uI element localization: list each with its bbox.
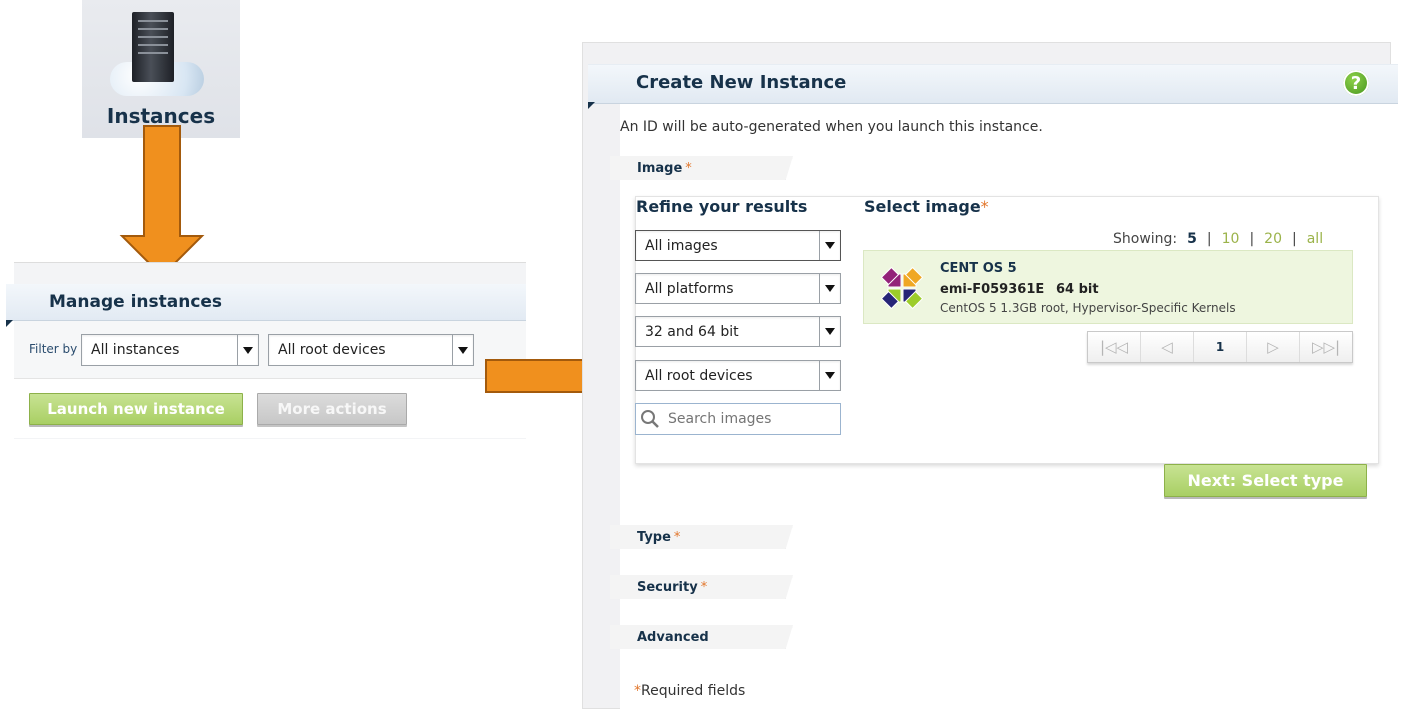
required-marker: * [980, 197, 989, 216]
chevron-down-icon [237, 335, 258, 365]
first-page-button[interactable]: |◁◁ [1088, 332, 1141, 362]
instances-tile[interactable]: Instances [82, 0, 240, 138]
image-description: CentOS 5 1.3GB root, Hypervisor-Specific… [940, 301, 1236, 315]
root-devices-filter-select[interactable]: All root devices [268, 334, 474, 366]
image-id: emi-F059361E [940, 282, 1045, 297]
down-arrow-icon [119, 125, 205, 278]
header-corner [588, 102, 595, 109]
page-size-10[interactable]: 10 [1222, 231, 1240, 247]
page-size-20[interactable]: 20 [1264, 231, 1282, 247]
refine-results-heading: Refine your results [636, 197, 808, 216]
filter-by-label: Filter by [29, 342, 78, 356]
pagination: |◁◁ ◁ 1 ▷ ▷▷| [1087, 331, 1353, 363]
tab-type[interactable]: Type * [610, 525, 793, 549]
platforms-filter-value: All platforms [645, 280, 734, 297]
tab-security-label: Security [637, 579, 698, 595]
image-arch: 64 bit [1056, 282, 1099, 297]
tab-image-label: Image [637, 160, 683, 176]
separator: | [1206, 231, 1212, 247]
required-marker: * [685, 160, 692, 176]
select-image-heading: Select image* [864, 197, 989, 216]
launch-new-instance-button[interactable]: Launch new instance [29, 393, 243, 425]
separator: | [1292, 231, 1297, 247]
chevron-down-icon [819, 361, 840, 390]
arch-filter-select[interactable]: 32 and 64 bit [635, 316, 841, 347]
image-name: CENT OS 5 [940, 261, 1017, 276]
required-fields-note: *Required fields [634, 683, 745, 699]
instances-filter-value: All instances [91, 342, 180, 358]
arch-filter-value: 32 and 64 bit [645, 323, 739, 340]
required-fields-label: Required fields [641, 683, 746, 699]
separator: | [1249, 231, 1255, 247]
chevron-down-icon [819, 317, 840, 346]
tab-type-label: Type [637, 529, 671, 545]
create-instance-title: Create New Instance [636, 72, 847, 93]
chevron-down-icon [452, 335, 473, 365]
manage-instances-title: Manage instances [49, 292, 223, 312]
page-size-selector: Showing: 5 | 10 | 20 | all [1113, 231, 1323, 247]
help-icon[interactable]: ? [1343, 70, 1369, 96]
required-marker: * [634, 683, 641, 699]
search-icon [641, 410, 659, 428]
next-select-type-button[interactable]: Next: Select type [1164, 464, 1367, 497]
search-images-field[interactable] [635, 403, 841, 435]
chevron-down-icon [819, 274, 840, 303]
page-size-all[interactable]: all [1307, 231, 1323, 247]
last-page-button[interactable]: ▷▷| [1300, 332, 1352, 362]
more-actions-button[interactable]: More actions [257, 393, 407, 425]
images-filter-value: All images [645, 237, 718, 254]
server-icon [132, 12, 174, 82]
tab-advanced[interactable]: Advanced [610, 625, 793, 649]
search-images-input[interactable] [666, 410, 830, 428]
header-corner [6, 320, 13, 327]
root-devices-image-filter-value: All root devices [645, 367, 753, 384]
root-devices-filter-value: All root devices [278, 342, 386, 358]
chevron-down-icon [819, 231, 840, 260]
page-size-5[interactable]: 5 [1187, 231, 1197, 247]
prev-page-button[interactable]: ◁ [1141, 332, 1194, 362]
tab-image[interactable]: Image * [610, 156, 793, 180]
instances-filter-select[interactable]: All instances [81, 334, 259, 366]
root-devices-image-filter-select[interactable]: All root devices [635, 360, 841, 391]
required-marker: * [673, 529, 681, 545]
select-image-label: Select image [864, 197, 981, 216]
showing-label: Showing: [1113, 231, 1178, 247]
required-marker: * [700, 579, 708, 595]
centos-logo-icon [880, 266, 924, 310]
current-page[interactable]: 1 [1194, 332, 1247, 362]
next-page-button[interactable]: ▷ [1247, 332, 1300, 362]
platforms-filter-select[interactable]: All platforms [635, 273, 841, 304]
auto-id-note: An ID will be auto-generated when you la… [620, 119, 1043, 135]
tab-advanced-label: Advanced [637, 629, 709, 645]
tab-security[interactable]: Security * [610, 575, 793, 599]
images-filter-select[interactable]: All images [635, 230, 841, 261]
